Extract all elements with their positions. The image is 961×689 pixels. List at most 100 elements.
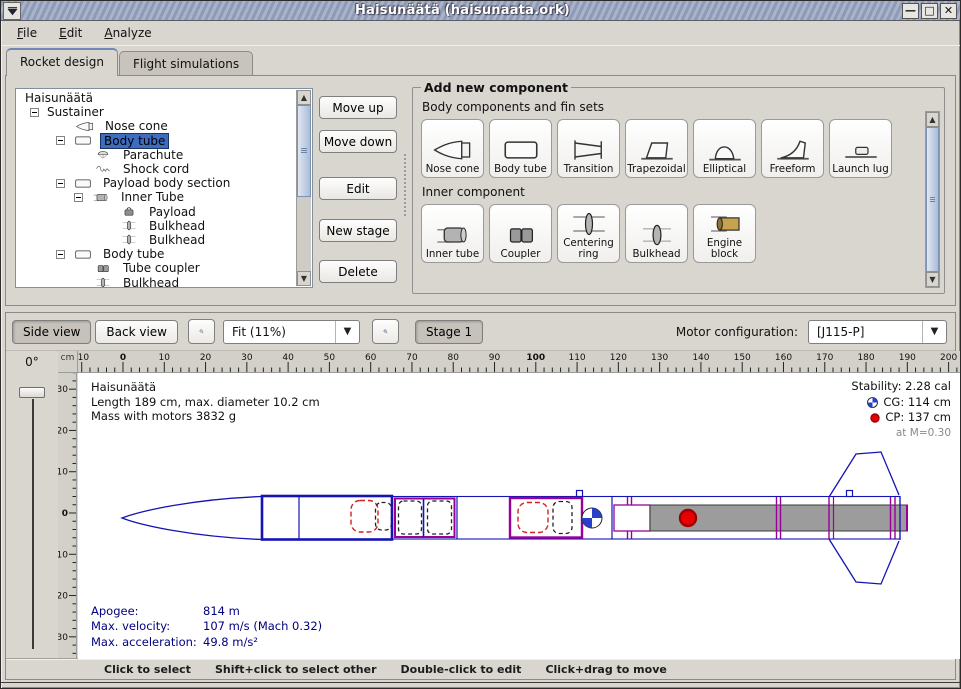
side-view-button[interactable]: Side view bbox=[12, 320, 91, 344]
tree-item-bulkhead[interactable]: Bulkhead bbox=[20, 275, 296, 288]
bodytube-icon bbox=[70, 177, 96, 190]
tab-rocket-design[interactable]: Rocket design bbox=[6, 48, 118, 76]
move-up-button[interactable]: Move up bbox=[319, 96, 397, 119]
add-freeform-button[interactable]: Freeform bbox=[761, 119, 824, 178]
add-component-scrollbar[interactable]: ▲ ▼ bbox=[925, 111, 940, 288]
bodytube-icon bbox=[70, 248, 96, 261]
component-button-label: Inner tube bbox=[426, 249, 479, 260]
slider-handle[interactable] bbox=[19, 387, 45, 398]
scroll-down-icon[interactable]: ▼ bbox=[297, 271, 311, 286]
svg-text:80: 80 bbox=[448, 353, 460, 363]
tree-item-bulkhead[interactable]: Bulkhead bbox=[20, 219, 296, 233]
horizontal-ruler: -100102030405060708090100110120130140150… bbox=[78, 351, 960, 373]
tree-collapse-icon[interactable] bbox=[56, 179, 65, 188]
tree-item-sustainer[interactable]: Sustainer bbox=[20, 105, 296, 119]
tree-item-label: Parachute bbox=[120, 148, 186, 162]
tree-collapse-icon[interactable] bbox=[74, 193, 83, 202]
add-coupler-button[interactable]: Coupler bbox=[489, 204, 552, 263]
svg-text:200: 200 bbox=[940, 353, 957, 363]
innertube-icon bbox=[430, 221, 476, 249]
tree-item-haisun-t-[interactable]: Haisunäätä bbox=[20, 91, 296, 105]
zoom-in-icon[interactable] bbox=[372, 319, 399, 344]
edit-button[interactable]: Edit bbox=[319, 177, 397, 200]
add-engine-block-button[interactable]: Engine block bbox=[693, 204, 756, 263]
coupler-icon bbox=[90, 262, 116, 275]
close-button[interactable]: ✕ bbox=[940, 3, 957, 19]
tree-item-shock-cord[interactable]: Shock cord bbox=[20, 162, 296, 176]
add-nose-cone-button[interactable]: Nose cone bbox=[421, 119, 484, 178]
stage-1-toggle[interactable]: Stage 1 bbox=[415, 320, 483, 344]
tree-collapse-icon[interactable] bbox=[30, 108, 39, 117]
window-frame-bottom bbox=[1, 682, 960, 688]
add-trapezoidal-button[interactable]: Trapezoidal bbox=[625, 119, 688, 178]
tree-item-body-tube[interactable]: Body tube bbox=[20, 134, 296, 148]
add-transition-button[interactable]: Transition bbox=[557, 119, 620, 178]
tree-item-payload-body-section[interactable]: Payload body section bbox=[20, 176, 296, 190]
tree-item-parachute[interactable]: Parachute bbox=[20, 148, 296, 162]
svg-text:-30: -30 bbox=[58, 385, 68, 395]
add-body-tube-button[interactable]: Body tube bbox=[489, 119, 552, 178]
chevron-down-icon: ▼ bbox=[335, 321, 359, 343]
tree-collapse-icon[interactable] bbox=[56, 250, 65, 259]
tree-item-bulkhead[interactable]: Bulkhead bbox=[20, 233, 296, 247]
menu-file[interactable]: File bbox=[7, 23, 47, 43]
cg-icon bbox=[867, 397, 878, 408]
menu-edit[interactable]: Edit bbox=[49, 23, 92, 43]
scrollbar-thumb[interactable] bbox=[297, 105, 311, 197]
svg-text:40: 40 bbox=[282, 353, 294, 363]
tree-item-label: Body tube bbox=[100, 133, 169, 149]
svg-text:60: 60 bbox=[365, 353, 377, 363]
svg-text:-20: -20 bbox=[58, 426, 68, 436]
hint-click-drag: Click+drag to move bbox=[545, 663, 666, 676]
tree-item-label: Nose cone bbox=[102, 119, 171, 133]
app-window: Haisunäätä (haisunaata.ork) — □ ✕ File E… bbox=[0, 0, 961, 689]
tree-item-label: Tube coupler bbox=[120, 261, 203, 275]
add-bulkhead-button[interactable]: Bulkhead bbox=[625, 204, 688, 263]
design-view-panel: Side view Back view Fit (11%) ▼ Stage 1 … bbox=[5, 312, 956, 680]
window-menu-icon[interactable] bbox=[3, 2, 21, 20]
tree-item-label: Haisunäätä bbox=[22, 91, 96, 105]
fintrap-icon bbox=[634, 136, 680, 164]
maximize-button[interactable]: □ bbox=[921, 3, 938, 19]
menu-analyze[interactable]: Analyze bbox=[94, 23, 161, 43]
payload-icon bbox=[116, 205, 142, 218]
hint-double-click: Double-click to edit bbox=[401, 663, 522, 676]
tree-item-tube-coupler[interactable]: Tube coupler bbox=[20, 261, 296, 275]
rocket-canvas[interactable]: Haisunäätä Length 189 cm, max. diameter … bbox=[78, 373, 960, 659]
comp-group-label-0: Body components and fin sets bbox=[422, 100, 938, 114]
scroll-up-icon[interactable]: ▲ bbox=[926, 112, 939, 127]
zoom-level-select[interactable]: Fit (11%) ▼ bbox=[223, 320, 360, 344]
add-centering-ring-button[interactable]: Centering ring bbox=[557, 204, 620, 263]
nosecone-icon bbox=[72, 120, 98, 133]
svg-text:10: 10 bbox=[159, 353, 171, 363]
add-component-title: Add new component bbox=[421, 80, 571, 95]
divider bbox=[404, 154, 406, 216]
tree-item-body-tube[interactable]: Body tube bbox=[20, 247, 296, 261]
scroll-down-icon[interactable]: ▼ bbox=[926, 272, 939, 287]
centering-icon bbox=[566, 210, 612, 238]
scrollbar-thumb[interactable] bbox=[926, 127, 939, 272]
finell-icon bbox=[702, 136, 748, 164]
zoom-out-icon[interactable] bbox=[188, 319, 215, 344]
tree-scrollbar[interactable]: ▲ ▼ bbox=[296, 90, 311, 286]
scroll-up-icon[interactable]: ▲ bbox=[297, 90, 311, 105]
add-elliptical-button[interactable]: Elliptical bbox=[693, 119, 756, 178]
tab-flight-simulations[interactable]: Flight simulations bbox=[119, 51, 253, 76]
hint-click-select: Click to select bbox=[104, 663, 191, 676]
back-view-button[interactable]: Back view bbox=[95, 320, 178, 344]
flight-summary: Apogee:814 m Max. velocity:107 m/s (Mach… bbox=[91, 604, 322, 651]
tree-item-inner-tube[interactable]: Inner Tube bbox=[20, 190, 296, 204]
rocket-design-panel: HaisunäätäSustainerNose coneBody tubePar… bbox=[5, 75, 956, 306]
tree-item-nose-cone[interactable]: Nose cone bbox=[20, 119, 296, 133]
tree-item-payload[interactable]: Payload bbox=[20, 205, 296, 219]
move-down-button[interactable]: Move down bbox=[319, 130, 397, 153]
tree-collapse-icon[interactable] bbox=[56, 136, 65, 145]
delete-button[interactable]: Delete bbox=[319, 260, 397, 283]
new-stage-button[interactable]: New stage bbox=[319, 219, 397, 242]
add-launch-lug-button[interactable]: Launch lug bbox=[829, 119, 892, 178]
motor-configuration-select[interactable]: [J115-P] ▼ bbox=[808, 320, 947, 344]
tree-item-label: Bulkhead bbox=[120, 276, 182, 288]
add-inner-tube-button[interactable]: Inner tube bbox=[421, 204, 484, 263]
vertical-ruler: -30-20-100102030 bbox=[58, 373, 77, 659]
minimize-button[interactable]: — bbox=[902, 3, 919, 19]
